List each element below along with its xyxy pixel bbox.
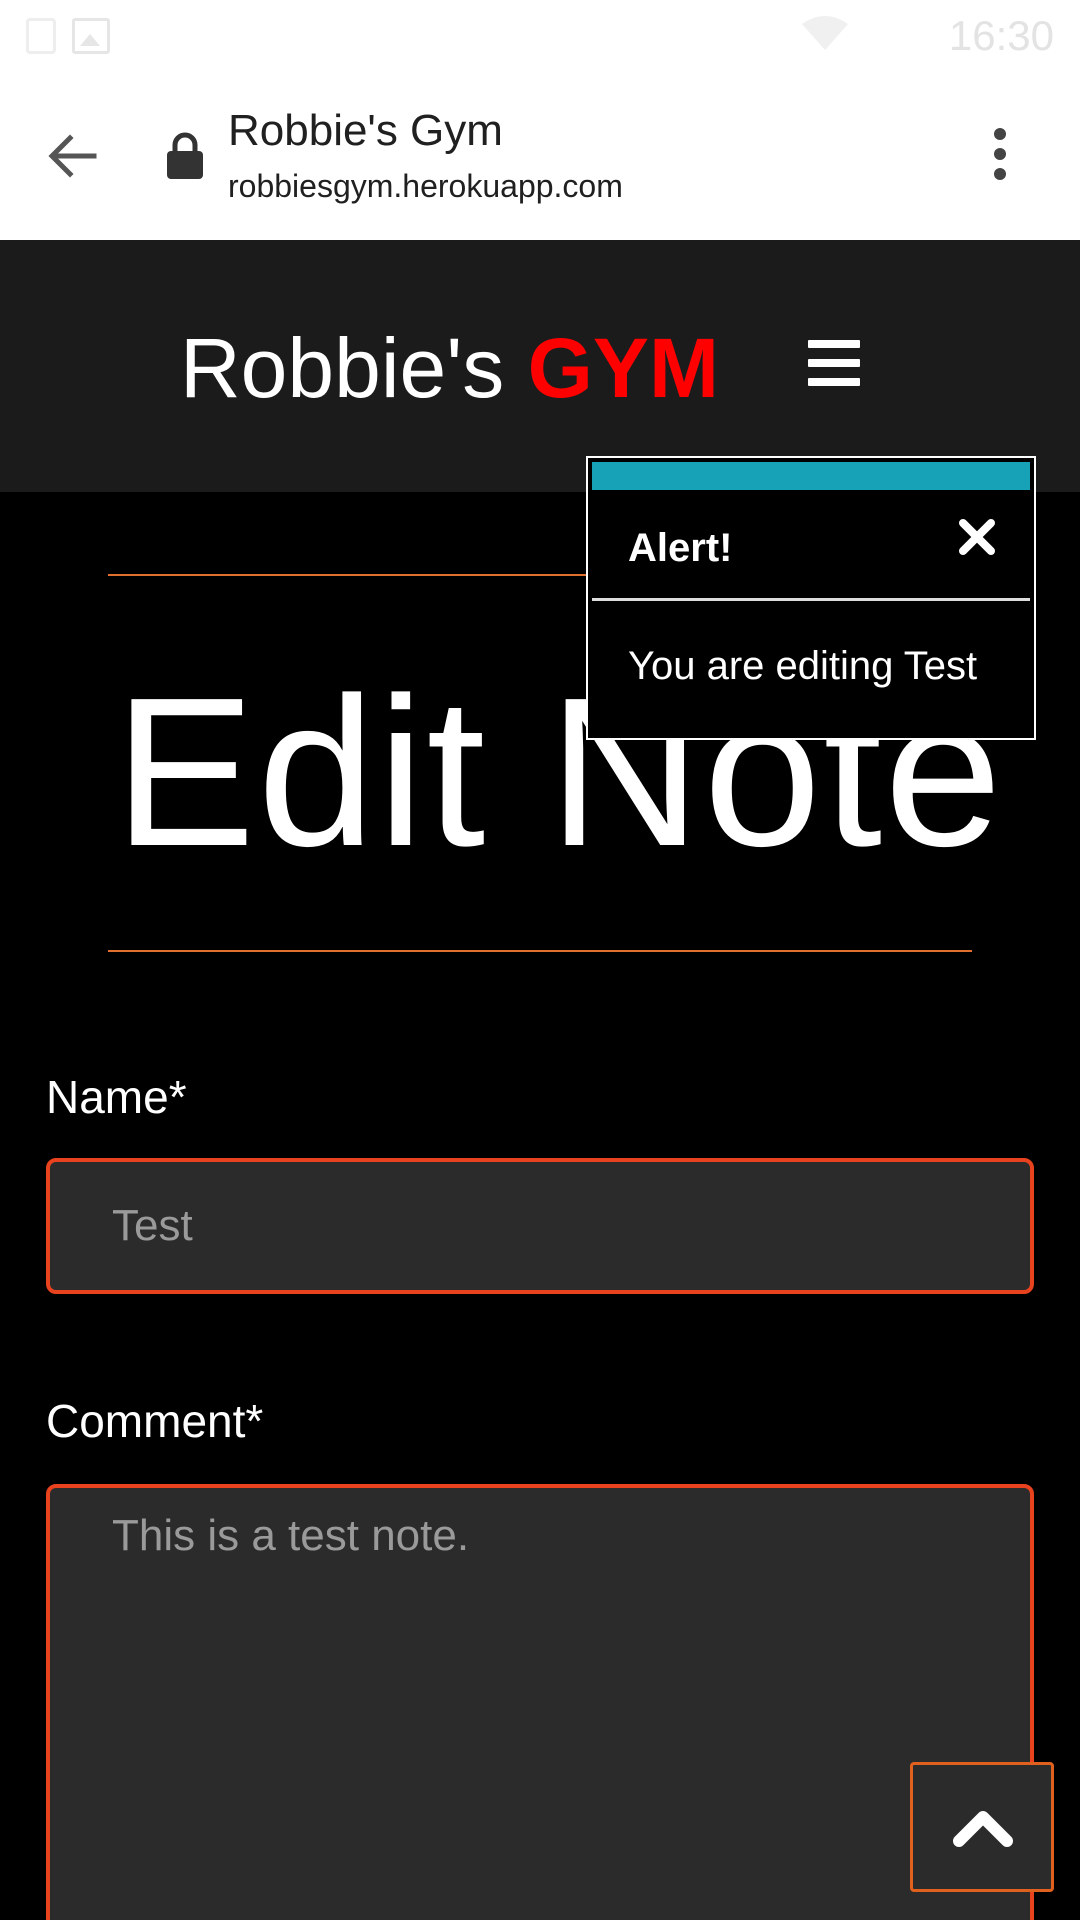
lock-icon bbox=[167, 132, 203, 179]
alert-divider bbox=[592, 598, 1030, 601]
chevron-up-icon bbox=[953, 1811, 1013, 1847]
screen: 16:30 Robbie's Gym robbiesgym.herokuapp.… bbox=[0, 0, 1080, 1920]
name-field[interactable]: Test bbox=[46, 1158, 1034, 1294]
alert-toast: Alert! You are editing Test bbox=[586, 456, 1036, 740]
comment-field[interactable]: This is a test note. bbox=[46, 1484, 1034, 1920]
browser-url[interactable]: robbiesgym.herokuapp.com bbox=[228, 168, 623, 205]
divider-bottom bbox=[108, 950, 972, 952]
name-label: Name* bbox=[46, 1071, 187, 1123]
status-time: 16:30 bbox=[948, 12, 1054, 59]
back-arrow-icon[interactable] bbox=[44, 128, 100, 184]
wifi-icon bbox=[802, 16, 848, 50]
sim-icon bbox=[26, 18, 56, 54]
site-header: Robbie's GYM bbox=[0, 240, 1080, 492]
browser-page-title[interactable]: Robbie's Gym bbox=[228, 106, 503, 156]
comment-label: Comment* bbox=[46, 1395, 264, 1447]
back-to-top-button[interactable] bbox=[910, 1762, 1054, 1892]
status-bar: 16:30 bbox=[0, 0, 1080, 76]
status-icons bbox=[26, 18, 110, 54]
brand-logo[interactable]: Robbie's GYM bbox=[180, 320, 719, 417]
more-vert-icon[interactable] bbox=[994, 128, 1006, 184]
alert-color-bar bbox=[592, 462, 1030, 490]
hamburger-icon[interactable] bbox=[808, 340, 860, 388]
close-icon[interactable] bbox=[958, 518, 996, 556]
alert-message: You are editing Test bbox=[628, 644, 978, 688]
brand-accent: GYM bbox=[527, 321, 719, 415]
image-icon bbox=[72, 18, 110, 54]
brand-prefix: Robbie's bbox=[180, 321, 505, 415]
browser-toolbar: Robbie's Gym robbiesgym.herokuapp.com bbox=[0, 76, 1080, 240]
alert-title: Alert! bbox=[628, 526, 733, 570]
